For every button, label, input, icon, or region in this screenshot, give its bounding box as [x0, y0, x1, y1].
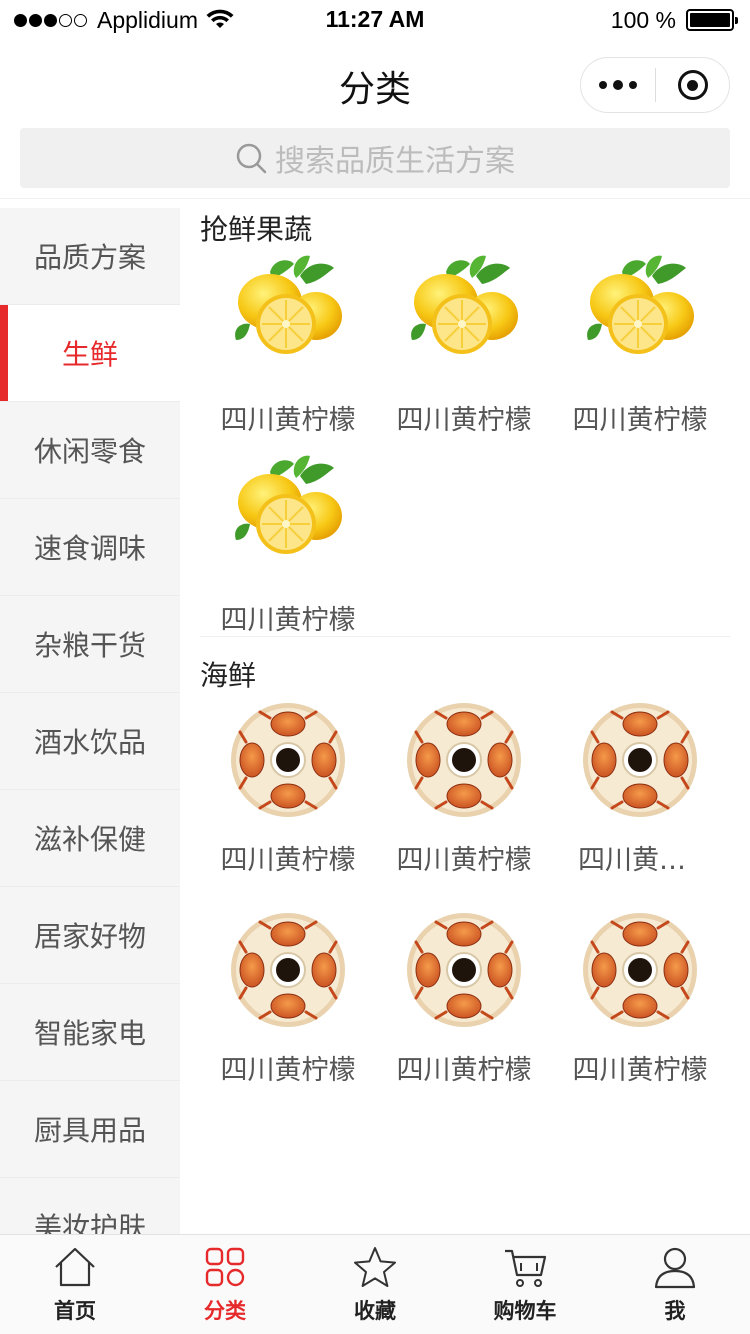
- tab-label: 分类: [204, 1299, 246, 1323]
- tab-label: 收藏: [354, 1299, 396, 1323]
- sidebar-item-smart-appliances[interactable]: 智能家电: [0, 984, 180, 1081]
- product-card[interactable]: 四川黄柠檬: [200, 702, 376, 877]
- battery-percent: 100 %: [610, 6, 676, 33]
- product-name: 四川黄柠檬: [220, 1055, 356, 1086]
- header-divider: [0, 198, 750, 199]
- more-button[interactable]: [581, 57, 655, 113]
- tab-category[interactable]: 分类: [150, 1235, 300, 1334]
- product-name: 四川黄柠檬: [396, 405, 532, 436]
- sidebar-item-beauty[interactable]: 美妆护肤: [0, 1178, 180, 1234]
- mini-program-capsule: [580, 57, 730, 113]
- product-name: 四川黄柠檬: [220, 845, 356, 876]
- product-name: 四川黄柠檬: [220, 405, 356, 436]
- product-name: 四川黄柠檬: [572, 405, 708, 436]
- target-icon: [677, 70, 708, 100]
- sidebar-item-home-goods[interactable]: 居家好物: [0, 887, 180, 984]
- user-icon: [654, 1247, 696, 1289]
- home-icon: [55, 1247, 95, 1287]
- product-card[interactable]: 四川黄柠檬: [376, 702, 552, 877]
- tab-favorites[interactable]: 收藏: [300, 1235, 450, 1334]
- sidebar-item-health[interactable]: 滋补保健: [0, 790, 180, 887]
- product-card[interactable]: 四川黄柠檬: [200, 454, 376, 637]
- crab-plate-icon: [582, 702, 698, 818]
- tab-label: 我: [664, 1299, 686, 1323]
- category-grid-icon: [205, 1247, 245, 1287]
- crab-plate-icon: [230, 912, 346, 1028]
- product-card[interactable]: 四川黄柠檬: [552, 702, 728, 877]
- sidebar-item-fresh[interactable]: 生鲜: [0, 305, 180, 402]
- sidebar-item-quality-plans[interactable]: 品质方案: [0, 208, 180, 305]
- product-card[interactable]: 四川黄柠檬: [552, 254, 728, 437]
- sidebar-item-instant-seasoning[interactable]: 速食调味: [0, 499, 180, 596]
- sidebar-item-label: 滋补保健: [33, 823, 146, 856]
- category-content: 抢鲜果蔬 四川黄柠檬 四川黄柠檬 四川黄柠檬 四川黄柠檬 海鲜 四川黄柠檬 四川…: [180, 208, 750, 1234]
- crab-plate-icon: [230, 702, 346, 818]
- sidebar-item-label: 厨具用品: [33, 1114, 146, 1147]
- search-bar[interactable]: 搜索品质生活方案: [20, 128, 730, 188]
- product-card[interactable]: 四川黄柠檬: [200, 254, 376, 437]
- sidebar-item-grains-dried[interactable]: 杂粮干货: [0, 596, 180, 693]
- more-dot-icon: [629, 81, 637, 89]
- tab-cart[interactable]: 购物车: [450, 1235, 600, 1334]
- more-dot-icon: [613, 80, 623, 90]
- sidebar-item-label: 休闲零食: [33, 435, 146, 468]
- tab-bar: 首页 分类 收藏 购物车 我: [0, 1234, 750, 1334]
- search-placeholder: 搜索品质生活方案: [275, 144, 515, 179]
- nav-bar: 分类: [0, 40, 750, 128]
- crab-plate-icon: [406, 912, 522, 1028]
- product-card[interactable]: 四川黄柠檬: [376, 254, 552, 437]
- sidebar-item-label: 生鲜: [61, 338, 118, 371]
- sidebar-item-label: 美妆护肤: [33, 1211, 146, 1234]
- product-name: 四川黄柠檬: [396, 1055, 532, 1086]
- lemon-icon: [406, 254, 522, 370]
- product-card[interactable]: 四川黄柠檬: [552, 912, 728, 1087]
- tab-label: 首页: [54, 1299, 96, 1323]
- sidebar-item-label: 酒水饮品: [33, 726, 146, 759]
- sidebar-item-drinks[interactable]: 酒水饮品: [0, 693, 180, 790]
- product-name: 四川黄柠檬: [578, 845, 702, 876]
- sidebar-item-snacks[interactable]: 休闲零食: [0, 402, 180, 499]
- close-button[interactable]: [656, 57, 729, 113]
- tab-home[interactable]: 首页: [0, 1235, 150, 1334]
- sidebar-item-label: 杂粮干货: [33, 629, 146, 662]
- search-icon: [236, 143, 267, 174]
- product-name: 四川黄柠檬: [220, 605, 356, 636]
- sidebar-item-label: 居家好物: [33, 920, 146, 953]
- product-card[interactable]: 四川黄柠檬: [200, 912, 376, 1087]
- category-sidebar: 品质方案 生鲜 休闲零食 速食调味 杂粮干货 酒水饮品 滋补保健 居家好物 智能…: [0, 208, 180, 1234]
- lemon-icon: [230, 454, 346, 570]
- section-title-seafood: 海鲜: [200, 659, 257, 692]
- product-name: 四川黄柠檬: [396, 845, 532, 876]
- sidebar-item-label: 品质方案: [33, 241, 146, 274]
- product-card[interactable]: 四川黄柠檬: [376, 912, 552, 1087]
- more-dot-icon: [599, 81, 607, 89]
- sidebar-item-kitchenware[interactable]: 厨具用品: [0, 1081, 180, 1178]
- crab-plate-icon: [582, 912, 698, 1028]
- section-divider: [200, 636, 730, 637]
- section-title-fruits-veg: 抢鲜果蔬: [200, 213, 313, 246]
- product-name: 四川黄柠檬: [572, 1055, 708, 1086]
- sidebar-item-label: 智能家电: [33, 1017, 146, 1050]
- sidebar-item-label: 速食调味: [33, 532, 146, 565]
- star-icon: [354, 1247, 396, 1287]
- lemon-icon: [582, 254, 698, 370]
- cart-icon: [505, 1249, 547, 1287]
- status-right: 100 %: [610, 6, 738, 34]
- tab-label: 购物车: [493, 1299, 557, 1323]
- crab-plate-icon: [406, 702, 522, 818]
- tab-me[interactable]: 我: [600, 1235, 750, 1334]
- status-bar: Applidium 11:27 AM 100 %: [0, 0, 750, 40]
- battery-icon: [686, 9, 738, 31]
- lemon-icon: [230, 254, 346, 370]
